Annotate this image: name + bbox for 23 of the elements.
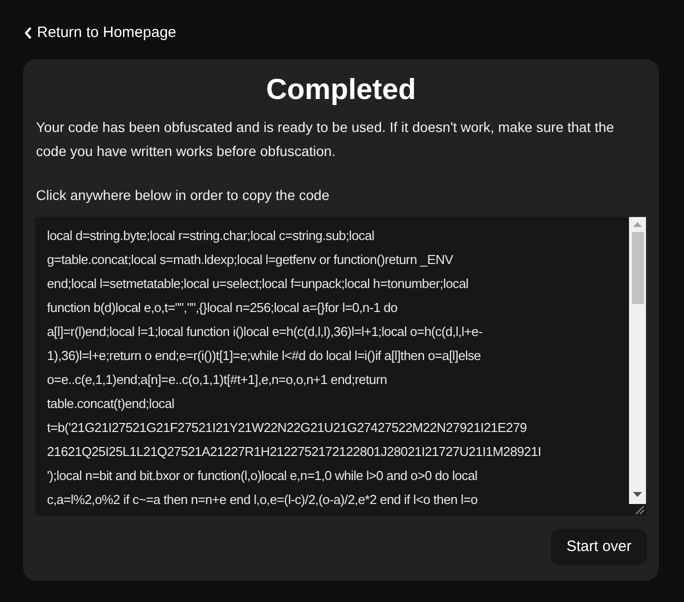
scrollbar[interactable] xyxy=(629,217,646,504)
start-over-button[interactable]: Start over xyxy=(551,529,647,565)
message-text: Your code has been obfuscated and is ready to be used. If it doesn't work, make sure that the code you have written works before obfuscation. xyxy=(36,118,616,161)
code-line: o=e..c(e,1,1)end;a[n]=e..c(o,1,1)t[#t+1],e,n=o,o,n+1 end;return xyxy=(47,371,388,389)
scroll-down-icon[interactable] xyxy=(633,492,642,497)
code-line: t=b('21G21I27521G21F27521I21Y21W22N22G21U21G27427522M22N27921I21E279 xyxy=(47,419,528,437)
chevron-left-icon xyxy=(24,27,32,39)
code-line: c,a=l%2,o%2 if c~=a then n=n+e end l,o,e=(l-c)/2,(o-a)/2,e*2 end if l<o then l=o xyxy=(47,491,479,509)
code-line: function b(d)local e,o,t="","",{}local n=256;local a={}for l=0,n-1 do xyxy=(47,299,398,317)
code-line: g=table.concat;local s=math.ldexp;local l=getfenv or function()return _ENV xyxy=(47,251,454,269)
code-line: 1),36)l=l+e;return o end;e=r(i())t[1]=e;while l<#d do local l=i()if a[l]then o=a[l]else xyxy=(47,347,482,365)
code-line: a[l]=r(l)end;local l=1;local function i()local e=h(c(d,l,l),36)l=l+1;local o=h(c(d,l,l+e- xyxy=(47,323,484,341)
resize-grip-icon[interactable] xyxy=(633,503,645,515)
code-line: 21621Q25I25L1L21Q27521A21227R1H2122752172122801J28021I21727U21I1M28921I xyxy=(47,443,542,461)
return-link[interactable]: Return to Homepage xyxy=(24,22,176,44)
code-line: end;local l=setmetatable;local u=select;local f=unpack;local h=tonumber;local xyxy=(47,275,470,293)
code-line: ');local n=bit and bit.bxor or function(l,o)local e,n=1,0 while l>0 and o>0 do local xyxy=(47,467,478,485)
copy-hint-text: Click anywhere below in order to copy the code xyxy=(36,186,330,205)
code-line: table.concat(t)end;local xyxy=(47,395,176,413)
code-line: local d=string.byte;local r=string.char;local c=string.sub;local xyxy=(47,227,376,245)
scroll-thumb[interactable] xyxy=(632,232,644,304)
code-area[interactable] xyxy=(35,217,646,516)
card-title: Completed xyxy=(265,73,417,108)
